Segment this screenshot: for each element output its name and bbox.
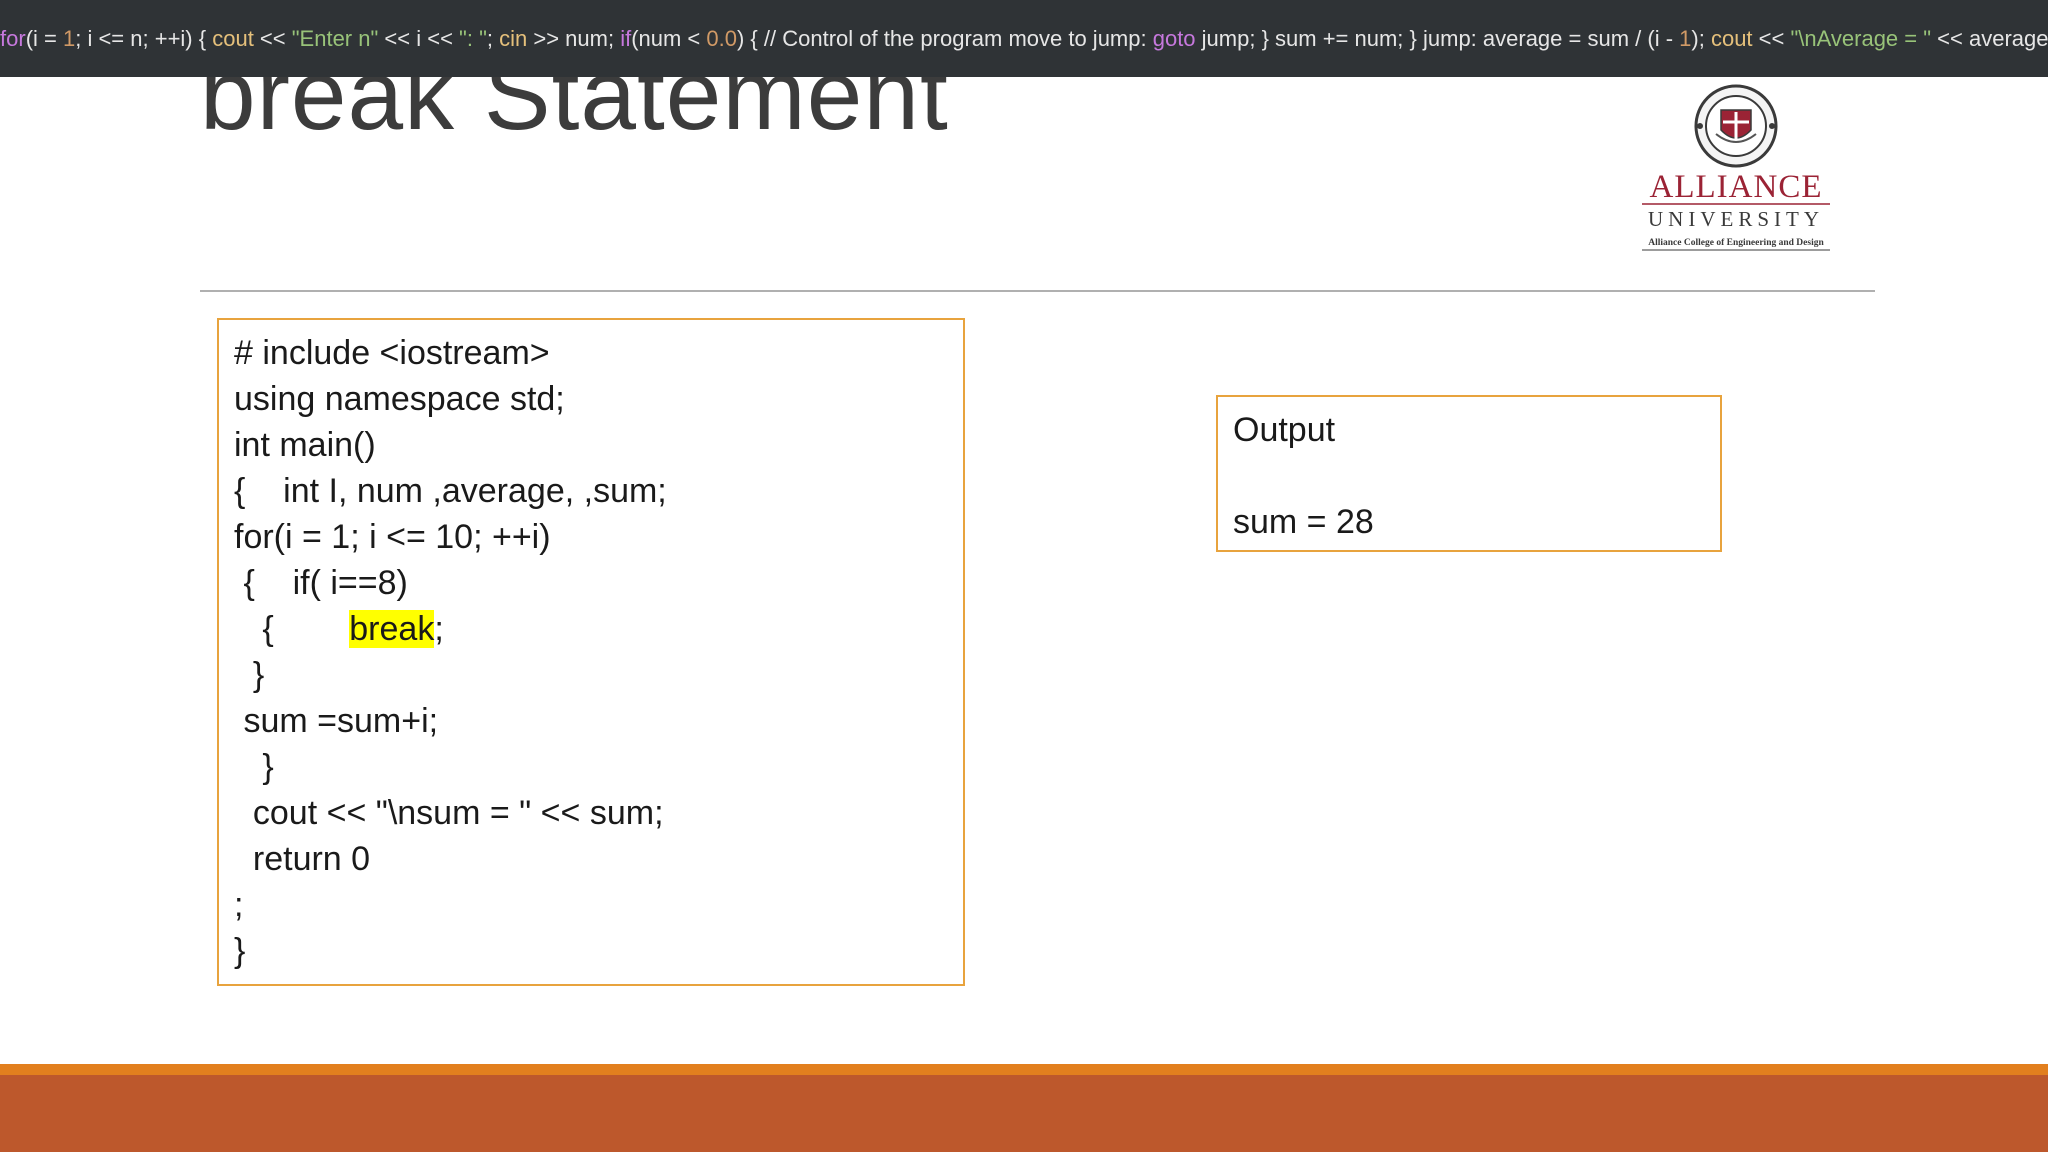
code-token: ) { // Control of the program move to ju…: [736, 26, 1153, 51]
footer-accent-stripe: [0, 1064, 2048, 1075]
code-token: <<: [1752, 26, 1791, 51]
code-token: 1: [62, 26, 76, 51]
code-text: { if( i==8): [234, 564, 408, 602]
code-line: cout << "\nsum = " << sum;: [234, 790, 948, 836]
code-text: cout << "\nsum = " << sum;: [234, 794, 664, 832]
code-line: using namespace std;: [234, 376, 948, 422]
code-token: cin: [499, 26, 528, 51]
code-token: ; i <= n; ++i) {: [75, 26, 213, 51]
code-text: }: [234, 748, 274, 786]
highlighted-keyword: break: [349, 610, 435, 648]
logo-name: ALLIANCE: [1650, 169, 1823, 205]
code-token: "Enter n": [291, 26, 379, 51]
code-line: { break;: [234, 606, 948, 652]
logo-tagline: Alliance College of Engineering and Desi…: [1648, 238, 1824, 248]
code-line: }: [234, 928, 948, 974]
code-token: for: [0, 26, 26, 51]
footer-bar: [0, 1075, 2048, 1152]
alliance-university-logo: ALLIANCE UNIVERSITY Alliance College of …: [1636, 84, 1836, 254]
code-line: return 0: [234, 836, 948, 882]
code-token: 0.0: [706, 26, 737, 51]
code-token: "\nAverage = ": [1790, 26, 1932, 51]
code-token: (num <: [631, 26, 707, 51]
code-text: # include <iostream>: [234, 334, 550, 372]
code-token: <<: [253, 26, 292, 51]
code-line: { int I, num ,average, ,sum;: [234, 468, 948, 514]
code-text: ;: [434, 610, 444, 648]
code-text: int main(): [234, 426, 376, 464]
code-line: }: [234, 652, 948, 698]
code-token: ": ": [459, 26, 487, 51]
code-token: jump; } sum += num; } jump: average = su…: [1195, 26, 1680, 51]
code-token: );: [1691, 26, 1711, 51]
code-line: ;: [234, 882, 948, 928]
code-token: ;: [486, 26, 500, 51]
code-token: 1: [1679, 26, 1692, 51]
code-text: }: [234, 656, 265, 694]
code-text: { int I, num ,average, ,sum;: [234, 472, 667, 510]
output-heading: Output: [1233, 411, 1336, 449]
code-text: return 0: [234, 840, 371, 878]
code-line: int main(): [234, 422, 948, 468]
code-line: # include <iostream>: [234, 330, 948, 376]
code-token: << average;: [1931, 26, 2048, 51]
code-token: cout: [212, 26, 254, 51]
code-line: }: [234, 744, 948, 790]
output-line: sum = 28: [1233, 503, 1374, 541]
title-divider: [200, 290, 1875, 292]
logo-subtitle: UNIVERSITY: [1648, 207, 1824, 231]
code-token: (i =: [25, 26, 63, 51]
code-text: using namespace std;: [234, 380, 565, 418]
code-line: sum =sum+i;: [234, 698, 948, 744]
code-token: >> num;: [527, 26, 621, 51]
code-line: for(i = 1; i <= 10; ++i): [234, 514, 948, 560]
code-token: cout: [1710, 26, 1753, 51]
code-line: { if( i==8): [234, 560, 948, 606]
code-text: {: [234, 610, 350, 648]
code-text: for(i = 1; i <= 10; ++i): [234, 518, 551, 556]
code-example-box: # include <iostream> using namespace std;…: [217, 318, 965, 986]
code-text: }: [234, 932, 246, 970]
code-token: if: [620, 26, 632, 51]
code-token: << i <<: [378, 26, 460, 51]
code-text: sum =sum+i;: [234, 702, 439, 740]
code-token: goto: [1152, 26, 1196, 51]
code-text: ;: [234, 886, 244, 924]
code-overlay-bar: for(i = 1; i <= n; ++i) { cout << "Enter…: [0, 0, 2048, 77]
output-box: Output sum = 28: [1216, 395, 1722, 552]
